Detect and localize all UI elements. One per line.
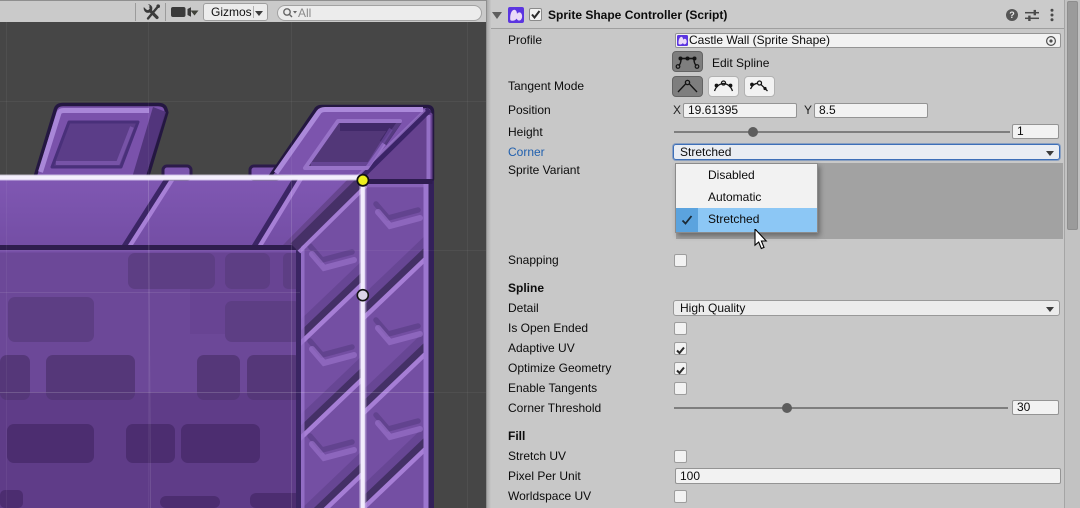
svg-text:?: ? [1009,10,1015,20]
